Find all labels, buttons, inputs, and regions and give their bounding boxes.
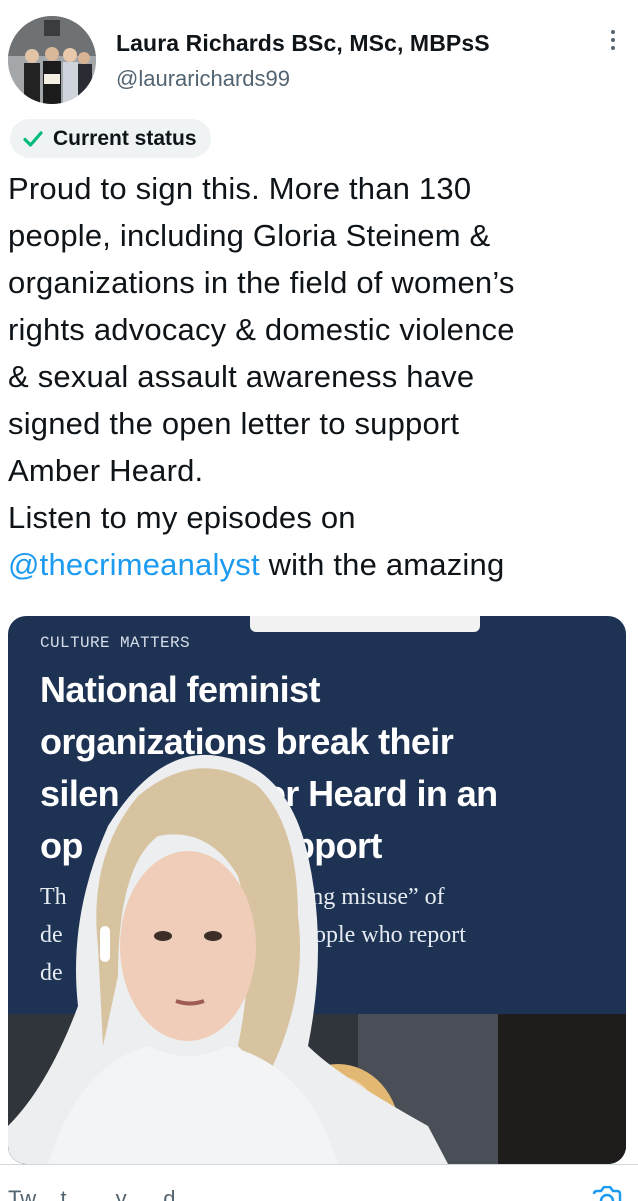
tweet-line: Listen to my episodes on [8,500,356,535]
avatar[interactable] [8,16,96,104]
person-cutout [8,754,448,1164]
tweet-line: & sexual assault awareness have [8,359,475,394]
headline-line: National feminist [40,669,320,710]
tweet-line-with-mention: @thecrimeanalyst with the amazing [8,541,632,588]
tweet-line: rights advocacy & domestic violence [8,312,515,347]
author-handle[interactable]: @laurarichards99 [116,66,290,92]
camera-icon[interactable] [590,1186,624,1201]
status-badge[interactable]: Current status [10,119,211,158]
tweet-line: Amber Heard. [8,453,204,488]
tweet-body: Proud to sign this. More than 130 people… [8,165,632,588]
article-kicker: CULTURE MATTERS [40,634,191,652]
footer-divider [0,1164,638,1165]
tweet-line: Proud to sign this. More than 130 [8,171,472,206]
mention-link[interactable]: @thecrimeanalyst [8,547,260,582]
reply-bar-text[interactable]: Tw t y d [8,1186,175,1201]
tweet-header: Laura Richards BSc, MSc, MBPsS @lauraric… [0,0,638,118]
more-options-icon[interactable] [598,30,628,60]
tweet-media[interactable]: CULTURE MATTERS National feminist organi… [8,616,626,1164]
check-icon [23,130,43,147]
avatar-photo [8,16,96,104]
tweet-line: organizations in the field of women’s [8,265,515,300]
person-overlay-image [8,746,626,1164]
media-top-tab [250,616,480,632]
tweet-line-tail: with the amazing [259,547,505,582]
author-name[interactable]: Laura Richards BSc, MSc, MBPsS [116,30,490,57]
earbud [100,926,110,962]
status-label: Current status [53,126,197,150]
tweet-line: signed the open letter to support [8,406,460,441]
tweet-line: people, including Gloria Steinem & [8,218,491,253]
